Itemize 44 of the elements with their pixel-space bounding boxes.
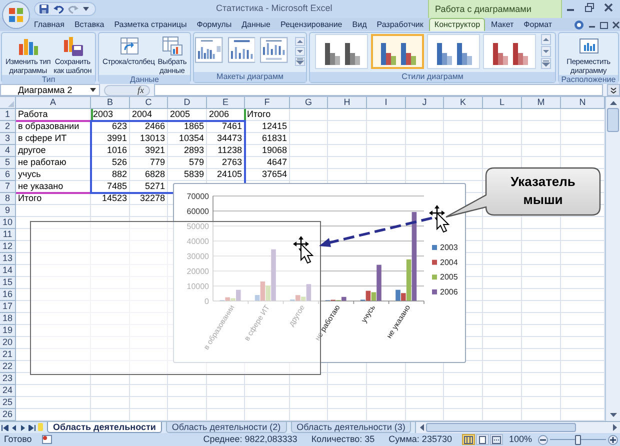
legend-label: 2003 [440, 243, 458, 252]
context-tab-header: Работа с диаграммами [428, 0, 562, 18]
table-cell: 3921 [130, 145, 168, 157]
legend-label: 2006 [440, 287, 458, 296]
table-cell: 13013 [130, 133, 168, 145]
table-cell: 779 [130, 157, 168, 169]
table-cell: 12415 [245, 121, 290, 133]
group-title: Макеты диаграмм [194, 72, 306, 82]
axis-label: 10000 [186, 282, 209, 291]
table-cell: 4647 [245, 157, 290, 169]
name-box-text: Диаграмма 2 [17, 85, 72, 95]
table-cell: 10354 [168, 133, 207, 145]
axis-label: 20000 [186, 267, 209, 276]
group-title: Данные [99, 75, 190, 85]
group-title: Расположение [559, 75, 618, 85]
axis-label: 30000 [186, 252, 209, 261]
table-cell: Итого [245, 109, 290, 121]
group-title: Тип [2, 75, 95, 85]
table-cell: 14523 [91, 193, 130, 205]
average-text: Среднее: 9822,083333 [203, 434, 298, 445]
zoom-percent: 100% [508, 434, 532, 445]
axis-label: 70000 [186, 192, 209, 201]
table-cell: 6828 [130, 169, 168, 181]
legend-label: 2004 [440, 258, 458, 267]
axis-label: 50000 [186, 222, 209, 231]
table-cell: 32278 [130, 193, 168, 205]
table-cell: 5839 [168, 169, 207, 181]
table-cell: 37654 [245, 169, 290, 181]
window-title: Статистика - Microsoft Excel [216, 3, 332, 14]
table-cell: 61831 [245, 133, 290, 145]
axis-label: 60000 [186, 207, 209, 216]
axis-label: 0 [204, 297, 209, 306]
sum-text: Сумма: 235730 [388, 434, 452, 445]
table-cell: 2893 [168, 145, 207, 157]
group-title: Стили диаграмм [310, 72, 555, 82]
table-cell: Итого [16, 193, 91, 205]
legend-label: 2005 [440, 272, 458, 282]
count-text: Количество: 35 [311, 434, 375, 445]
table-cell: 19068 [245, 145, 290, 157]
callout-text: Указатель мыши [510, 173, 576, 209]
table-cell: Работа [16, 109, 91, 121]
table-cell: 579 [168, 157, 207, 169]
status-text: Готово [4, 434, 32, 445]
axis-label: 40000 [186, 237, 209, 246]
